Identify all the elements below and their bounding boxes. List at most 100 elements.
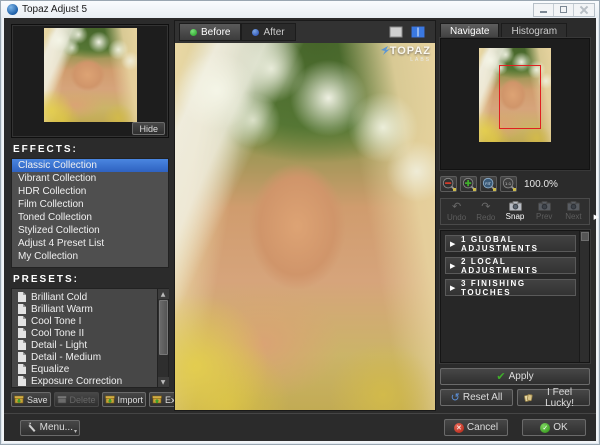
window-title: Topaz Adjust 5 (22, 4, 87, 15)
effects-item[interactable]: Film Collection (12, 198, 168, 211)
undo-button[interactable]: ↶ Undo (442, 201, 471, 222)
preset-item[interactable]: Cool Tone I (12, 315, 157, 327)
histogram-tab[interactable]: Histogram (501, 23, 567, 38)
adjustments-panel: ▶ 1 GLOBAL ADJUSTMENTS ▶ 2 LOCAL ADJUSTM… (440, 230, 590, 363)
preset-item[interactable]: Cool Tone II (12, 327, 157, 339)
redo-button[interactable]: ↷ Redo (471, 201, 500, 222)
effects-item[interactable]: My Collection (12, 250, 168, 263)
preset-item[interactable]: Detail - Medium (12, 351, 157, 363)
preset-item[interactable]: Detail - Light (12, 339, 157, 351)
local-adjustments-section[interactable]: ▶ 2 LOCAL ADJUSTMENTS (445, 257, 576, 274)
effects-item[interactable]: Toned Collection (12, 211, 168, 224)
effects-item[interactable]: Vibrant Collection (12, 172, 168, 185)
ok-label: OK (553, 422, 567, 433)
scroll-down-icon[interactable]: ▼ (158, 377, 169, 387)
effects-item[interactable]: Adjust 4 Preset List (12, 237, 168, 250)
zoom-level-value: 100.0% (524, 179, 558, 190)
prev-button[interactable]: Prev (530, 201, 559, 222)
zoom-out-button[interactable] (440, 176, 457, 192)
effects-item[interactable]: HDR Collection (12, 185, 168, 198)
adjustments-scroll-thumb[interactable] (581, 232, 589, 241)
ok-icon: ✓ (540, 423, 550, 433)
adjustment-sections: ▶ 1 GLOBAL ADJUSTMENTS ▶ 2 LOCAL ADJUSTM… (441, 231, 579, 362)
preset-doc-icon (18, 316, 26, 326)
navigator-thumbnail[interactable] (479, 48, 551, 142)
effects-list: Classic Collection Vibrant Collection HD… (11, 158, 169, 268)
effects-item[interactable]: Classic Collection (12, 159, 168, 172)
global-adjustments-section[interactable]: ▶ 1 GLOBAL ADJUSTMENTS (445, 235, 576, 252)
snap-button[interactable]: Snap (500, 201, 529, 222)
preset-item-label: Brilliant Warm (31, 304, 93, 315)
maximize-button[interactable] (554, 4, 574, 16)
preset-doc-icon (18, 376, 26, 386)
minimize-icon (540, 11, 547, 13)
view-mode-icons (389, 26, 435, 38)
preview-box: Hide (11, 24, 169, 138)
preset-item[interactable]: Exposure Correction (12, 375, 157, 387)
svg-text:FIT: FIT (485, 181, 491, 186)
zoom-actual-button[interactable]: 1:1 (500, 176, 517, 192)
cancel-icon: ✕ (454, 423, 464, 433)
import-preset-button[interactable]: Import (102, 392, 147, 407)
preview-thumbnail[interactable] (44, 28, 137, 122)
finishing-touches-section[interactable]: ▶ 3 FINISHING TOUCHES (445, 279, 576, 296)
close-button[interactable] (574, 4, 594, 16)
prev-icon (538, 201, 551, 211)
zoom-fit-button[interactable]: FIT (480, 176, 497, 192)
zoom-controls: FIT 1:1 100.0% (440, 174, 590, 194)
before-tab[interactable]: Before (179, 23, 241, 41)
topaz-logo-icon (381, 46, 390, 55)
window-controls (533, 3, 595, 17)
lucky-label: I Feel Lucky! (536, 387, 583, 409)
title-bar[interactable]: Topaz Adjust 5 (1, 1, 599, 18)
wrench-icon (26, 422, 37, 433)
reset-all-button[interactable]: ↺ Reset All (440, 389, 513, 406)
preset-item-label: Equalize (31, 364, 69, 375)
cancel-button[interactable]: ✕ Cancel (444, 419, 508, 436)
prev-label: Prev (536, 212, 552, 221)
panel-collapse-arrow[interactable]: ▶ (594, 213, 599, 221)
single-view-icon[interactable] (389, 26, 403, 38)
next-button[interactable]: Next (559, 201, 588, 222)
after-tab[interactable]: After (241, 23, 295, 41)
zoom-in-button[interactable] (460, 176, 477, 192)
zoom-corner-mark (473, 188, 476, 191)
navigator-view-rectangle[interactable] (499, 65, 541, 129)
presets-scroll-track[interactable] (158, 299, 169, 377)
effects-item[interactable]: Stylized Collection (12, 224, 168, 237)
presets-scrollbar[interactable]: ▲ ▼ (157, 289, 168, 387)
after-tab-label: After (263, 27, 284, 38)
app-icon (7, 4, 18, 15)
maximize-icon (560, 6, 567, 13)
menu-button[interactable]: Menu... ▾ (20, 420, 80, 436)
minimize-button[interactable] (534, 4, 554, 16)
navigate-tab[interactable]: Navigate (440, 23, 499, 38)
ok-button[interactable]: ✓ OK (522, 419, 586, 436)
scroll-up-icon[interactable]: ▲ (158, 289, 169, 299)
preset-item[interactable]: Equalize (12, 363, 157, 375)
preset-doc-icon (18, 292, 26, 302)
preset-item[interactable]: Brilliant Cold (12, 291, 157, 303)
reset-lucky-row: ↺ Reset All I Feel Lucky! (440, 389, 590, 406)
before-dot-icon (190, 29, 197, 36)
main-row: Hide EFFECTS: Classic Collection Vibrant… (4, 18, 596, 413)
lucky-hand-icon (524, 393, 533, 403)
bottom-bar: Menu... ▾ ✕ Cancel ✓ OK (4, 413, 596, 441)
adjustments-scrollbar[interactable] (579, 231, 589, 362)
app-window: Topaz Adjust 5 Hide EFFECTS: Classic Col… (0, 0, 600, 445)
effects-label: EFFECTS: (13, 144, 169, 155)
preset-doc-icon (18, 304, 26, 314)
next-label: Next (565, 212, 581, 221)
apply-button[interactable]: ✔ Apply (440, 368, 590, 385)
i-feel-lucky-button[interactable]: I Feel Lucky! (517, 389, 590, 406)
delete-preset-button[interactable]: Delete (54, 392, 99, 407)
presets-scroll-thumb[interactable] (159, 300, 168, 355)
main-image[interactable]: TOPAZ LABS (175, 43, 435, 410)
viewer: Before After TOPAZ LABS (174, 20, 436, 411)
split-view-icon[interactable] (411, 26, 425, 38)
undo-icon: ↶ (452, 201, 461, 212)
preset-item[interactable]: Brilliant Warm (12, 303, 157, 315)
save-preset-button[interactable]: Save (11, 392, 51, 407)
preset-buttons-row: Save Delete Import Export (11, 392, 169, 407)
hide-button[interactable]: Hide (132, 122, 165, 135)
